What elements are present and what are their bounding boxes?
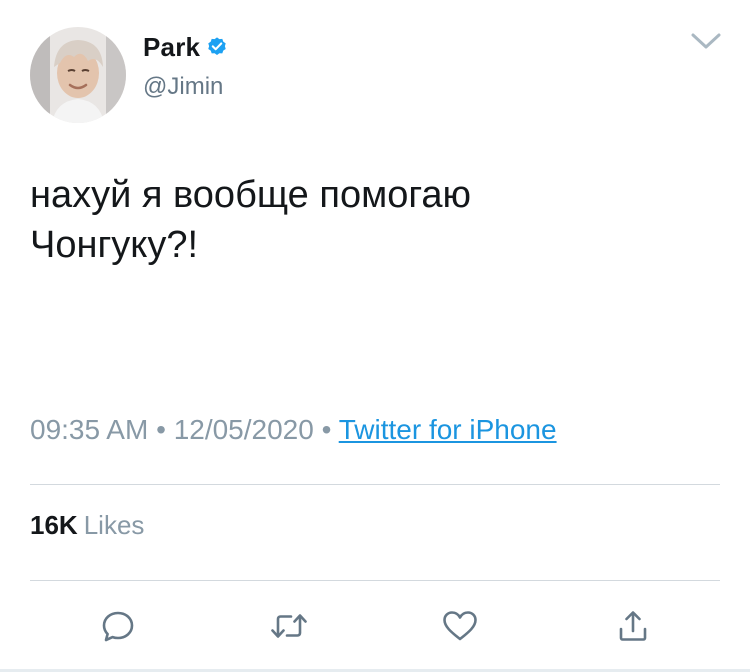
share-icon xyxy=(619,611,647,641)
tweet-date: 12/05/2020 xyxy=(173,414,314,445)
retweet-button[interactable] xyxy=(269,606,309,646)
likes-stat[interactable]: 16K Likes xyxy=(30,510,144,541)
verified-badge-icon xyxy=(206,36,228,58)
user-handle[interactable]: @Jimin xyxy=(143,73,223,101)
display-name[interactable]: Park xyxy=(143,32,200,63)
meta-separator-2: • xyxy=(321,414,332,445)
tweet-text: нахуй я вообще помогаю Чонгуку?! xyxy=(30,174,471,266)
divider xyxy=(30,580,720,581)
retweet-icon xyxy=(271,614,307,638)
likes-label: Likes xyxy=(83,510,145,540)
heart-icon xyxy=(443,611,477,641)
reply-button[interactable] xyxy=(98,606,138,646)
share-button[interactable] xyxy=(613,606,653,646)
reply-icon xyxy=(102,611,134,642)
avatar[interactable] xyxy=(30,27,126,123)
tweet-source-link[interactable]: Twitter for iPhone xyxy=(339,414,557,445)
divider xyxy=(30,484,720,485)
meta-separator: • xyxy=(156,414,166,445)
profile-photo-icon xyxy=(30,27,126,123)
author-name-row[interactable]: Park xyxy=(143,30,228,64)
chevron-down-icon[interactable] xyxy=(688,30,724,54)
likes-count: 16K xyxy=(30,510,78,540)
like-button[interactable] xyxy=(440,606,480,646)
tweet-meta: 09:35 AM • 12/05/2020 • Twitter for iPho… xyxy=(30,414,557,446)
tweet-time: 09:35 AM xyxy=(30,414,149,445)
